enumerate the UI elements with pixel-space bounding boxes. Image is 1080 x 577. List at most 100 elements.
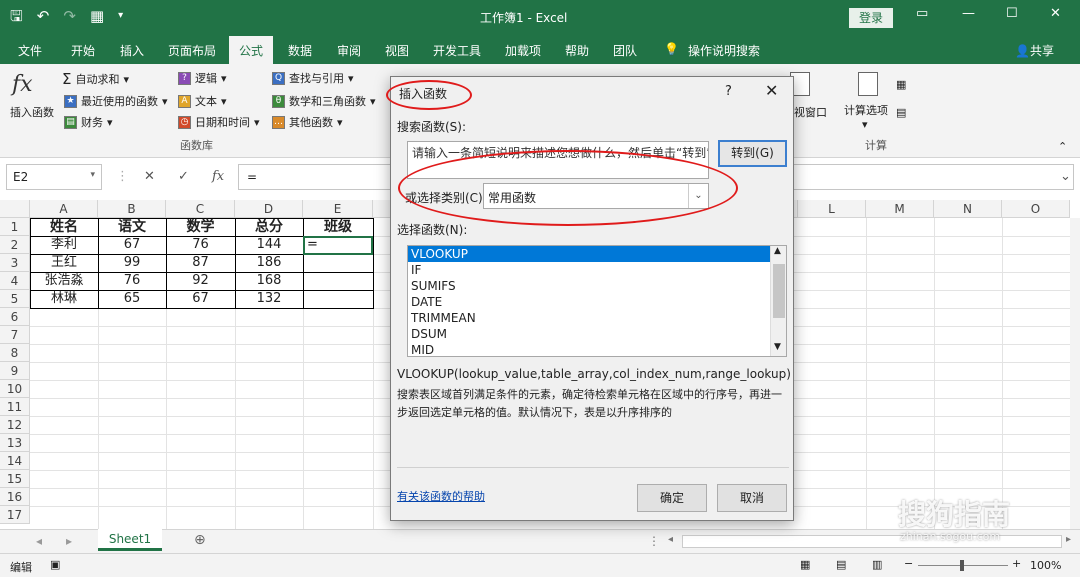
cell-d4[interactable]: 168 xyxy=(235,272,303,290)
hscroll-right-icon[interactable]: ▸ xyxy=(1066,534,1071,545)
row-header[interactable]: 5 xyxy=(0,290,30,308)
row-header[interactable]: 3 xyxy=(0,254,30,272)
insert-function-icon[interactable]: fx xyxy=(212,169,224,184)
column-header-a[interactable]: A xyxy=(30,200,98,218)
hscroll-left-icon[interactable]: ◂ xyxy=(668,534,673,545)
list-item[interactable]: VLOOKUP xyxy=(408,246,770,262)
help-icon[interactable]: ? xyxy=(725,84,732,99)
text-button[interactable]: A 文本 ▾ xyxy=(178,93,227,109)
insert-function-button[interactable]: 插入函数 xyxy=(10,104,54,120)
recent-functions-button[interactable]: ★ 最近使用的函数 ▾ xyxy=(64,93,168,109)
row-header[interactable]: 6 xyxy=(0,308,30,326)
save-icon[interactable]: 🖫 xyxy=(10,6,23,26)
scroll-thumb[interactable] xyxy=(773,264,785,318)
goto-button[interactable]: 转到(G) xyxy=(718,140,787,167)
tab-file[interactable]: 文件 xyxy=(18,42,42,59)
page-break-view-icon[interactable]: ▥ xyxy=(872,558,882,571)
calc-sheet-icon[interactable]: ▤ xyxy=(896,106,906,119)
row-header[interactable]: 8 xyxy=(0,344,30,362)
row-header[interactable]: 15 xyxy=(0,470,30,488)
scroll-up-icon[interactable]: ▲ xyxy=(774,246,781,256)
cell-d1[interactable]: 总分 xyxy=(235,218,303,236)
cell-e1[interactable]: 班级 xyxy=(303,218,373,236)
cell-c1[interactable]: 数学 xyxy=(166,218,235,236)
close-icon[interactable]: ✕ xyxy=(765,81,778,100)
list-item[interactable]: DSUM xyxy=(408,326,770,342)
list-item[interactable]: IF xyxy=(408,262,770,278)
tab-formulas[interactable]: 公式 xyxy=(229,36,274,64)
expand-formula-icon[interactable]: ⌄ xyxy=(1060,169,1071,184)
calc-now-icon[interactable]: ▦ xyxy=(896,78,906,91)
cell-c4[interactable]: 92 xyxy=(166,272,235,290)
tell-me-search[interactable]: 操作说明搜索 xyxy=(688,42,760,59)
column-header-b[interactable]: B xyxy=(98,200,166,218)
cancel-icon[interactable]: ✕ xyxy=(144,169,155,184)
cell-a4[interactable]: 张浩淼 xyxy=(30,272,98,290)
row-header[interactable]: 7 xyxy=(0,326,30,344)
math-button[interactable]: θ 数学和三角函数 ▾ xyxy=(272,93,376,109)
ok-button[interactable]: 确定 xyxy=(637,484,707,512)
macro-record-icon[interactable]: ▣ xyxy=(50,558,60,571)
cell-b5[interactable]: 65 xyxy=(98,290,166,308)
collapse-ribbon-icon[interactable]: ⌃ xyxy=(1058,140,1067,153)
cell-d3[interactable]: 186 xyxy=(235,254,303,272)
list-item[interactable]: SUMIFS xyxy=(408,278,770,294)
function-list-scrollbar[interactable]: ▲ ▼ xyxy=(770,246,786,356)
row-header[interactable]: 17 xyxy=(0,506,30,524)
other-functions-button[interactable]: … 其他函数 ▾ xyxy=(272,114,343,130)
tab-view[interactable]: 视图 xyxy=(385,42,409,59)
column-header-n[interactable]: N xyxy=(934,200,1002,218)
zoom-slider-thumb[interactable] xyxy=(960,560,964,571)
select-all-corner[interactable] xyxy=(0,200,30,218)
enter-icon[interactable]: ✓ xyxy=(178,169,189,184)
row-header[interactable]: 1 xyxy=(0,218,30,236)
logical-button[interactable]: ? 逻辑 ▾ xyxy=(178,70,227,86)
row-header[interactable]: 12 xyxy=(0,416,30,434)
sheet-tab-sheet1[interactable]: Sheet1 xyxy=(98,529,162,551)
normal-view-icon[interactable]: ▦ xyxy=(800,558,810,571)
cell-d2[interactable]: 144 xyxy=(235,236,303,254)
minimize-icon[interactable]: — xyxy=(962,6,975,21)
cell-b1[interactable]: 语文 xyxy=(98,218,166,236)
list-item[interactable]: DATE xyxy=(408,294,770,310)
row-header[interactable]: 2 xyxy=(0,236,30,254)
ribbon-display-icon[interactable]: ▭ xyxy=(916,6,928,21)
cell-a2[interactable]: 李利 xyxy=(30,236,98,254)
login-button[interactable]: 登录 xyxy=(849,8,893,28)
horizontal-scrollbar[interactable] xyxy=(682,535,1062,548)
cell-b4[interactable]: 76 xyxy=(98,272,166,290)
cell-c3[interactable]: 87 xyxy=(166,254,235,272)
row-header[interactable]: 14 xyxy=(0,452,30,470)
datetime-button[interactable]: ◷ 日期和时间 ▾ xyxy=(178,114,260,130)
list-item[interactable]: TRIMMEAN xyxy=(408,310,770,326)
finance-button[interactable]: ▤ 财务 ▾ xyxy=(64,114,113,130)
tab-page-layout[interactable]: 页面布局 xyxy=(168,42,216,59)
page-layout-view-icon[interactable]: ▤ xyxy=(836,558,846,571)
column-header-l[interactable]: L xyxy=(798,200,866,218)
cell-b3[interactable]: 99 xyxy=(98,254,166,272)
scroll-right-icon[interactable]: ▸ xyxy=(66,534,72,548)
column-header-c[interactable]: C xyxy=(166,200,235,218)
scroll-down-icon[interactable]: ▼ xyxy=(774,342,781,352)
cell-c5[interactable]: 67 xyxy=(166,290,235,308)
name-box-dropdown-icon[interactable]: ▾ xyxy=(90,170,95,180)
tab-team[interactable]: 团队 xyxy=(613,42,637,59)
tab-addins[interactable]: 加载项 xyxy=(505,42,541,59)
vertical-scrollbar[interactable] xyxy=(1070,218,1080,529)
scroll-left-icon[interactable]: ◂ xyxy=(36,534,42,548)
calculator-icon[interactable] xyxy=(858,72,878,96)
maximize-icon[interactable]: ☐ xyxy=(1006,6,1018,21)
close-icon[interactable]: ✕ xyxy=(1050,6,1061,21)
zoom-level[interactable]: 100% xyxy=(1030,559,1061,572)
row-header[interactable]: 13 xyxy=(0,434,30,452)
fx-icon[interactable]: fx xyxy=(12,72,33,97)
column-header-e[interactable]: E xyxy=(303,200,373,218)
calc-options-button[interactable]: 计算选项 xyxy=(844,102,888,118)
autosum-button[interactable]: Σ 自动求和 ▾ xyxy=(62,70,129,88)
customize-icon[interactable]: ▾ xyxy=(118,6,123,26)
cell-c2[interactable]: 76 xyxy=(166,236,235,254)
row-header[interactable]: 11 xyxy=(0,398,30,416)
tab-review[interactable]: 审阅 xyxy=(337,42,361,59)
add-sheet-icon[interactable]: ⊕ xyxy=(194,532,206,548)
tab-home[interactable]: 开始 xyxy=(71,42,95,59)
